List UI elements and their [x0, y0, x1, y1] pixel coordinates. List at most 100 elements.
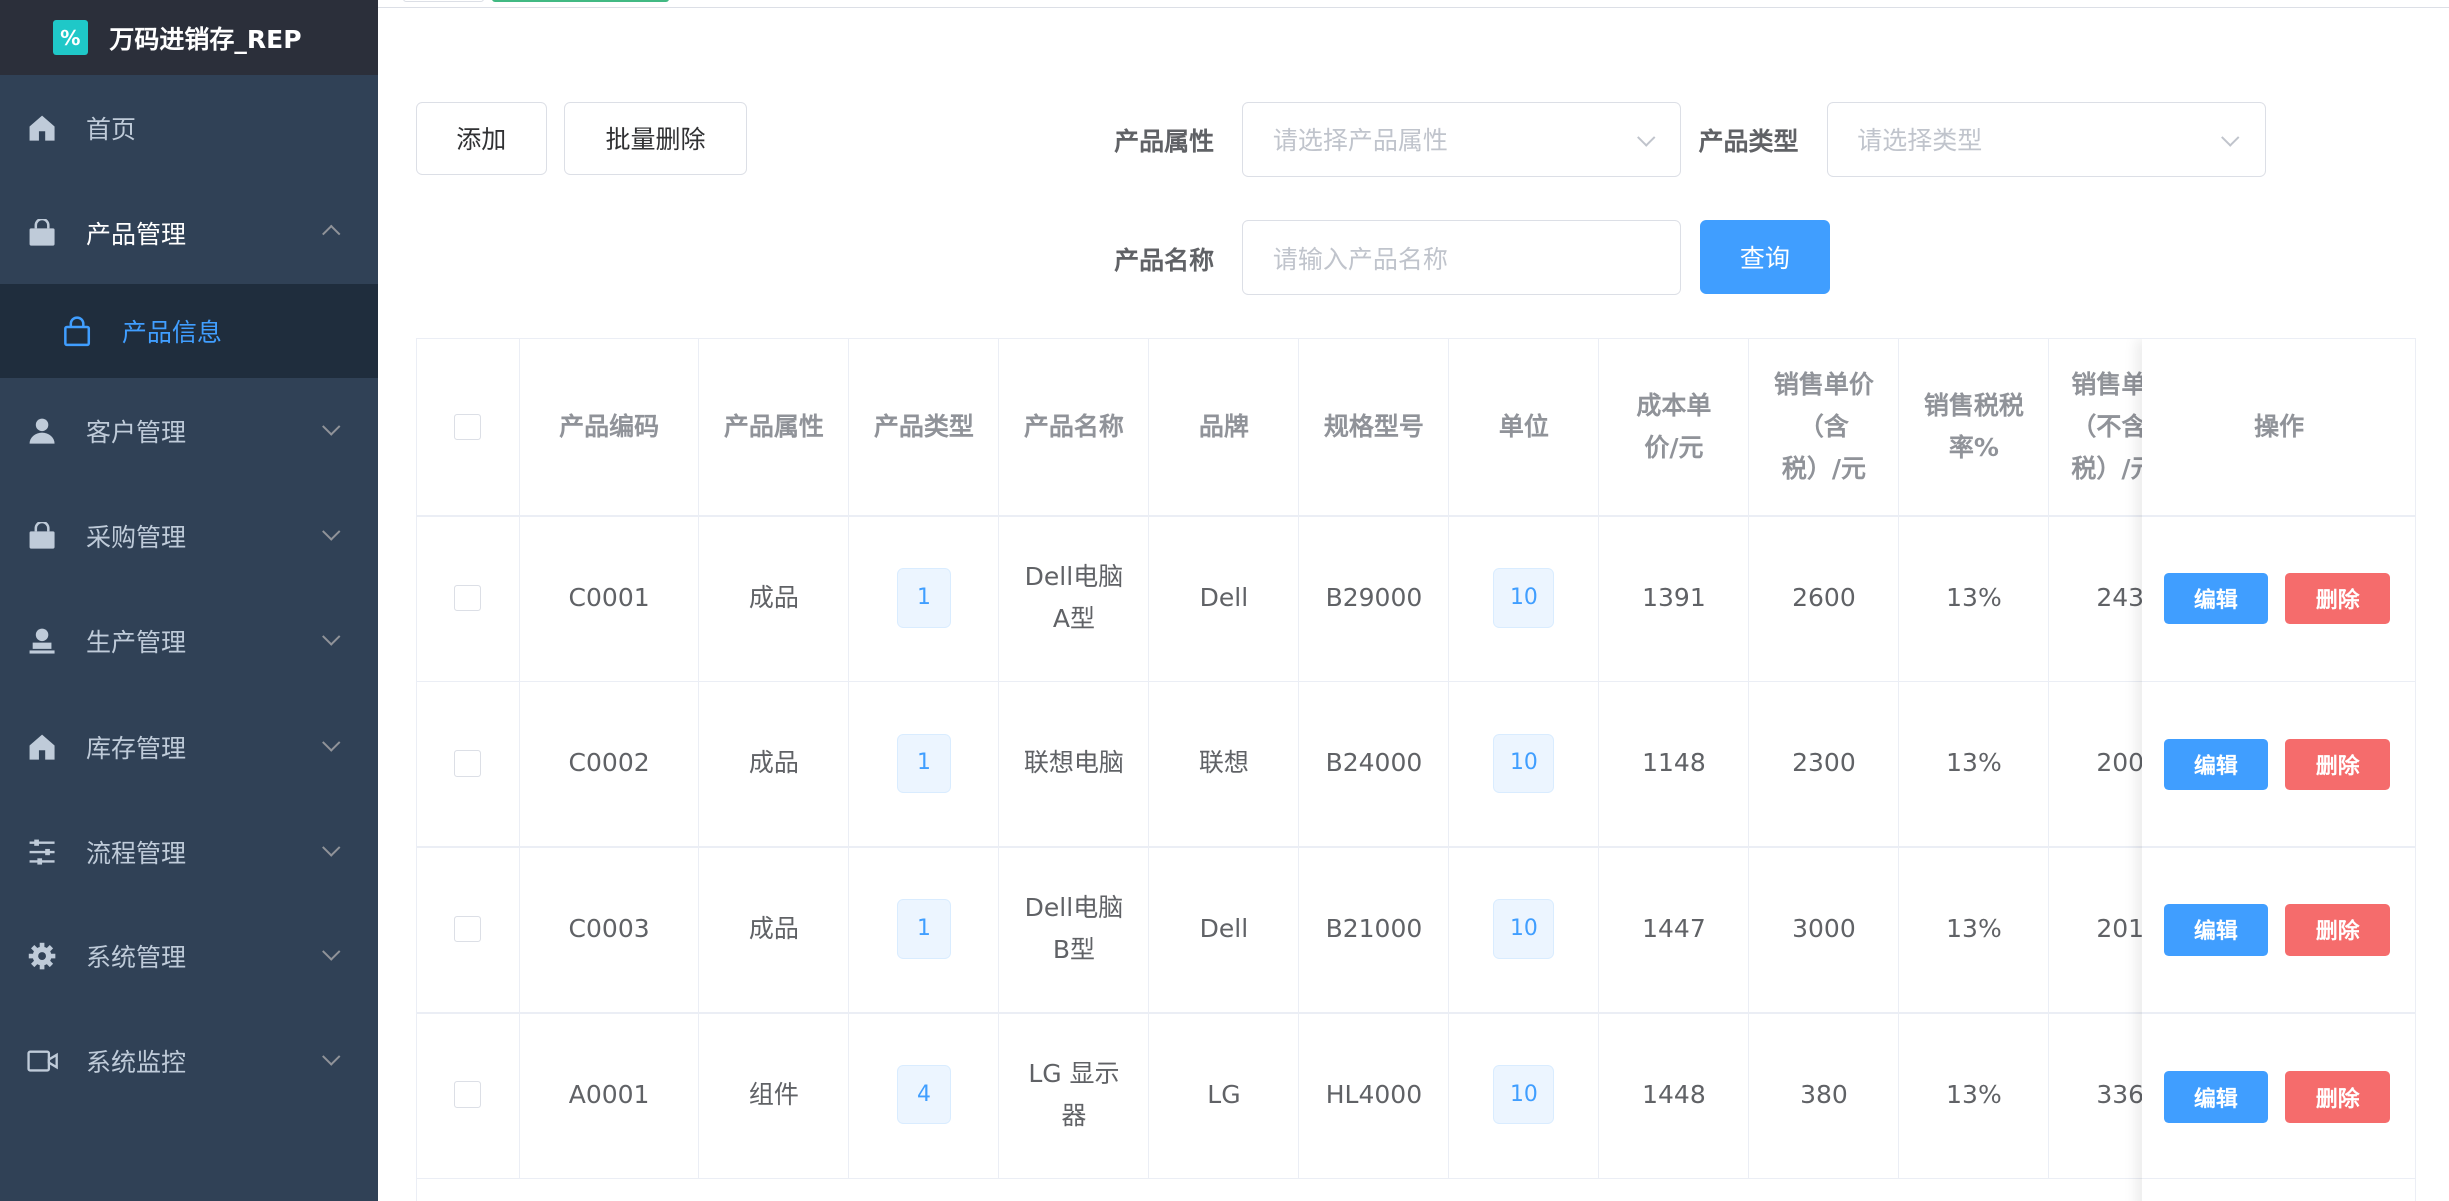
- name-line: LG 显示: [1028, 1058, 1120, 1088]
- sidebar-item-label: 系统监控: [85, 1047, 186, 1077]
- cell-name: Dell电脑 A型: [999, 515, 1150, 681]
- name-line: Dell电脑: [1024, 561, 1124, 591]
- cell-brand: Dell: [1149, 846, 1300, 1012]
- chevron-down-icon: [322, 1047, 341, 1066]
- top-navbar: [378, 0, 2449, 8]
- sidebar-item-inventory[interactable]: 库存管理: [0, 703, 378, 791]
- select-all-checkbox[interactable]: [454, 413, 481, 441]
- row-checkbox[interactable]: [454, 915, 481, 943]
- cell-type: 1: [849, 515, 1000, 681]
- query-button[interactable]: 查询: [1700, 220, 1830, 294]
- cell-cost: 1391: [1599, 515, 1750, 681]
- row-divider: [2141, 846, 2415, 848]
- unit-tag: 10: [1493, 733, 1555, 794]
- product-attr-placeholder: 请选择产品属性: [1272, 126, 1448, 156]
- product-name-label: 产品名称: [1114, 245, 1215, 275]
- type-tag: 4: [897, 1065, 951, 1125]
- cell-tax-rate: 13%: [1899, 515, 2050, 681]
- unit-tag: 10: [1493, 899, 1555, 959]
- header-line: 税）/元: [1781, 453, 1866, 483]
- header-brand[interactable]: 品牌: [1149, 338, 1300, 516]
- sidebar-item-workflow[interactable]: 流程管理: [0, 808, 378, 896]
- product-name-placeholder: 请输入产品名称: [1272, 244, 1448, 274]
- row-checkbox[interactable]: [454, 584, 481, 612]
- header-line: 率%: [1948, 432, 1999, 462]
- sidebar-item-customers[interactable]: 客户管理: [0, 388, 378, 476]
- edit-button[interactable]: 编辑: [2163, 1071, 2269, 1123]
- cell-tax-rate: 13%: [1899, 1011, 2050, 1178]
- header-cost[interactable]: 成本单 价/元: [1599, 338, 1750, 516]
- row-checkbox[interactable]: [454, 1081, 481, 1109]
- cell-unit: 10: [1449, 680, 1600, 847]
- header-name[interactable]: 产品名称: [999, 338, 1150, 516]
- cell-price-tax: 2600: [1749, 515, 1900, 681]
- cell-cost: 1447: [1599, 846, 1750, 1012]
- sidebar-item-products[interactable]: 产品管理: [0, 189, 378, 277]
- sidebar-item-purchasing[interactable]: 采购管理: [0, 492, 378, 580]
- cell-unit: 10: [1449, 515, 1600, 681]
- cell-unit: 10: [1449, 846, 1600, 1012]
- sidebar-item-label: 系统管理: [85, 943, 186, 973]
- name-line: B型: [1052, 935, 1096, 965]
- app-title: 万码进销存_REP: [109, 24, 302, 54]
- sidebar-item-home[interactable]: 首页: [0, 84, 378, 172]
- header-line: （不含: [2071, 411, 2147, 441]
- header-unit[interactable]: 单位: [1449, 338, 1600, 516]
- delete-button[interactable]: 删除: [2285, 904, 2391, 956]
- header-code[interactable]: 产品编码: [520, 338, 700, 516]
- header-type[interactable]: 产品类型: [849, 338, 1000, 516]
- type-tag: 1: [897, 568, 951, 628]
- sidebar-item-production[interactable]: 生产管理: [0, 597, 378, 685]
- row-checkbox[interactable]: [454, 750, 481, 777]
- sidebar-item-label: 流程管理: [85, 838, 186, 868]
- header-attr[interactable]: 产品属性: [699, 338, 850, 516]
- bag-icon: [27, 217, 58, 248]
- cell-spec: B21000: [1299, 846, 1450, 1012]
- cell-type: 1: [849, 680, 1000, 847]
- cell-cost: 1148: [1599, 680, 1750, 847]
- product-attr-select[interactable]: 请选择产品属性: [1242, 101, 1682, 177]
- sidebar-item-product-info[interactable]: 产品信息: [0, 284, 379, 379]
- edit-button[interactable]: 编辑: [2163, 904, 2269, 956]
- sidebar-item-system[interactable]: 系统管理: [0, 913, 378, 1001]
- product-type-select[interactable]: 请选择类型: [1826, 101, 2266, 177]
- cell-tax-rate: 13%: [1899, 680, 2050, 847]
- row-divider: [2141, 515, 2415, 517]
- chevron-up-icon: [322, 225, 341, 244]
- sidebar: % 万码进销存_REP 首页 产品管理 产品信息 客户管理 采购管理 生产管理 …: [0, 0, 379, 1201]
- cell-attr: 成品: [699, 515, 850, 681]
- cell-code: C0002: [520, 680, 700, 847]
- row-select-cell: [417, 515, 520, 681]
- cell-unit: 10: [1449, 1011, 1600, 1178]
- chevron-down-icon: [322, 733, 341, 752]
- type-tag: 1: [897, 733, 951, 794]
- logo-icon: %: [53, 20, 88, 55]
- edit-button[interactable]: 编辑: [2163, 738, 2269, 791]
- bag-icon: [27, 520, 58, 551]
- cell-attr: 组件: [699, 1011, 850, 1178]
- header-line: 销售单: [2071, 369, 2147, 399]
- header-price-tax[interactable]: 销售单价 （含 税）/元: [1749, 338, 1900, 516]
- row-divider: [2141, 1011, 2415, 1014]
- app-logo[interactable]: % 万码进销存_REP: [0, 0, 379, 75]
- delete-button[interactable]: 删除: [2285, 572, 2391, 625]
- gear-icon: [27, 941, 58, 972]
- edit-button[interactable]: 编辑: [2163, 572, 2269, 625]
- add-button[interactable]: 添加: [415, 101, 547, 175]
- name-line: A型: [1052, 603, 1095, 633]
- product-type-label: 产品类型: [1698, 126, 1799, 156]
- sidebar-item-monitoring[interactable]: 系统监控: [0, 1017, 378, 1105]
- tags-view-tab[interactable]: [403, 0, 485, 2]
- product-attr-label: 产品属性: [1114, 126, 1215, 156]
- batch-delete-button[interactable]: 批量删除: [564, 101, 747, 175]
- product-name-input[interactable]: 请输入产品名称: [1242, 220, 1682, 296]
- cell-name: 联想电脑: [999, 680, 1150, 847]
- header-tax-rate[interactable]: 销售税税 率%: [1899, 338, 2050, 516]
- delete-button[interactable]: 删除: [2285, 1071, 2391, 1123]
- header-spec[interactable]: 规格型号: [1299, 338, 1450, 516]
- sidebar-item-label: 库存管理: [85, 733, 186, 763]
- name-line: 联想电脑: [1023, 748, 1124, 778]
- delete-button[interactable]: 删除: [2285, 738, 2391, 791]
- tags-view-tab-active[interactable]: [492, 0, 669, 2]
- header-line: 价/元: [1644, 432, 1704, 462]
